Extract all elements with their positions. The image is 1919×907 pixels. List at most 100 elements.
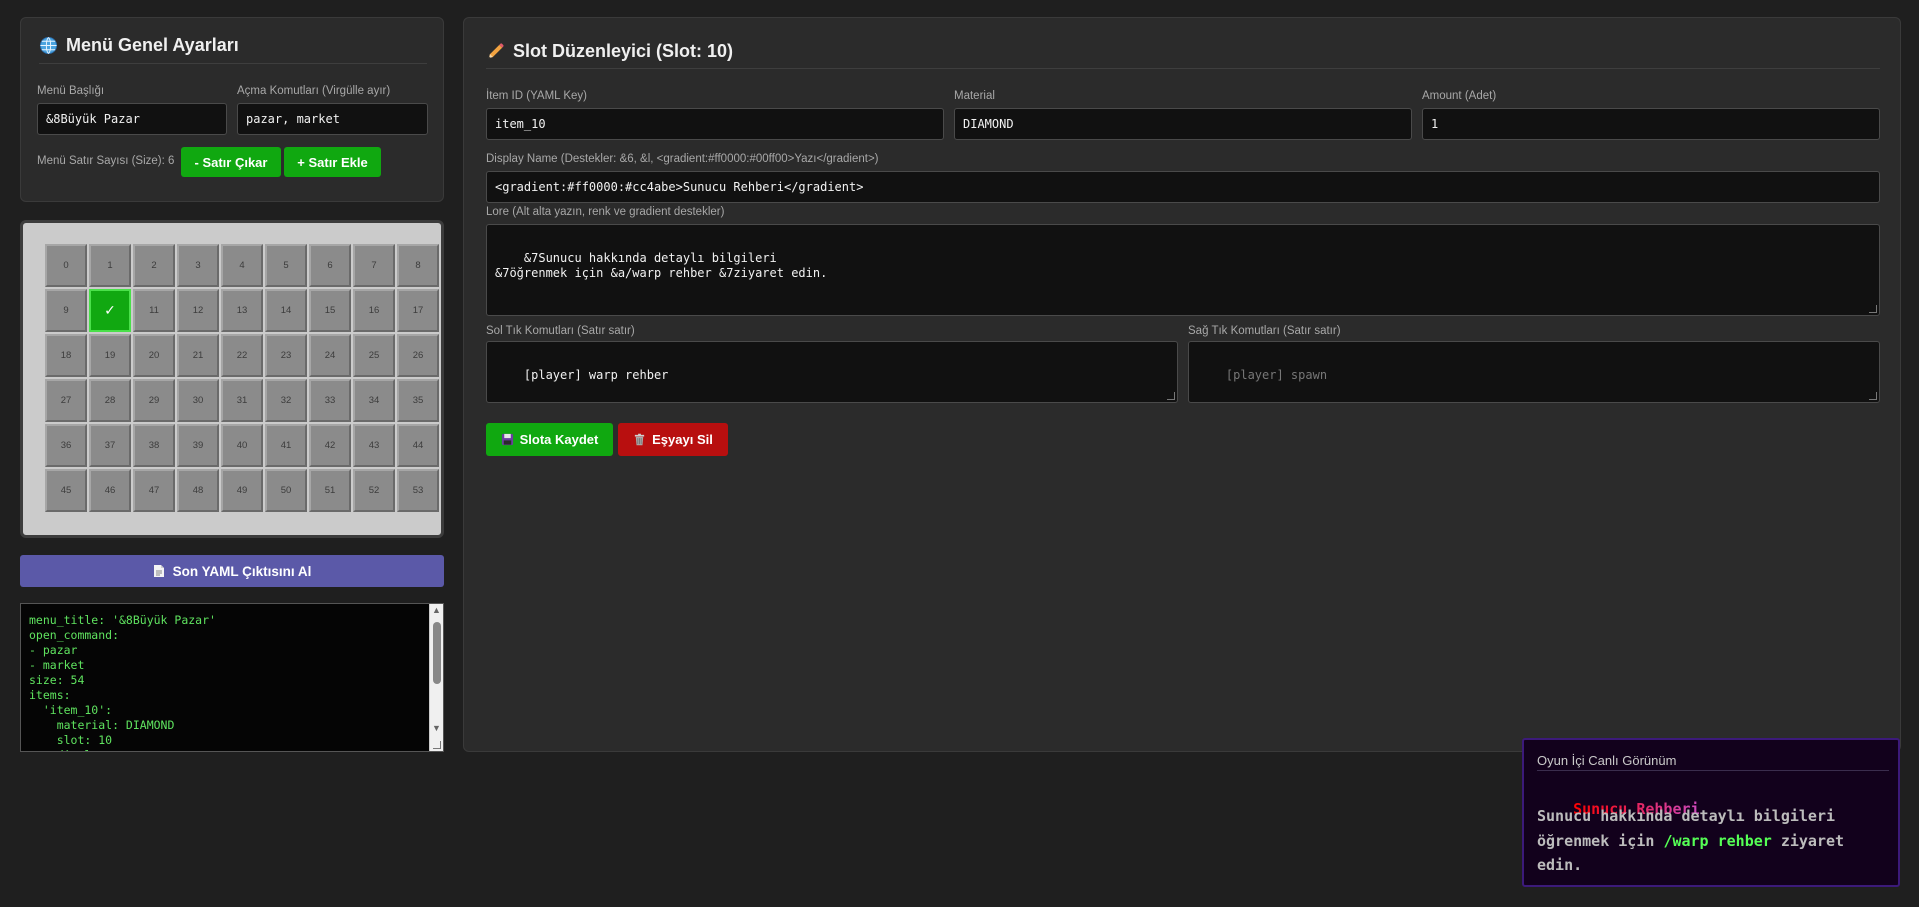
inventory-slot[interactable]: 21 (177, 334, 219, 377)
inventory-slot[interactable]: 27 (45, 379, 87, 422)
inventory-slot[interactable]: 9 (45, 289, 87, 332)
material-label: Material (954, 90, 995, 102)
yaml-output-box[interactable]: menu_title: '&8Büyük Pazar' open_command… (20, 603, 444, 752)
editor-divider (486, 68, 1880, 69)
lore-text: &7Sunucu hakkında detaylı bilgileri &7öğ… (495, 250, 828, 281)
inventory-slot[interactable]: 37 (89, 424, 131, 467)
inventory-slot[interactable]: 40 (221, 424, 263, 467)
editor-title-row: Slot Düzenleyici (Slot: 10) (486, 41, 733, 62)
inventory-slot[interactable]: 26 (397, 334, 439, 377)
pencil-icon (486, 42, 505, 61)
inventory-slot[interactable]: 13 (221, 289, 263, 332)
amount-label: Amount (Adet) (1422, 90, 1497, 102)
inventory-slot[interactable]: 29 (133, 379, 175, 422)
commands-input[interactable]: pazar, market (237, 103, 428, 135)
inventory-slot[interactable]: 28 (89, 379, 131, 422)
inventory-slot[interactable]: 48 (177, 469, 219, 512)
menu-title-input[interactable]: &8Büyük Pazar (37, 103, 227, 135)
inventory-slot[interactable]: 8 (397, 244, 439, 287)
inventory-slot[interactable]: 33 (309, 379, 351, 422)
left-click-textarea[interactable]: [player] warp rehber (486, 341, 1178, 403)
inventory-slot[interactable]: 34 (353, 379, 395, 422)
save-slot-button[interactable]: Slota Kaydet (486, 423, 613, 456)
inventory-slot[interactable]: 19 (89, 334, 131, 377)
scrollbar-thumb[interactable] (433, 622, 441, 684)
inventory-slot[interactable]: 14 (265, 289, 307, 332)
yaml-output-text: menu_title: '&8Büyük Pazar' open_command… (29, 613, 216, 751)
settings-title-row: Menü Genel Ayarları (39, 35, 239, 56)
remove-row-button[interactable]: - Satır Çıkar (181, 147, 281, 177)
lore-label: Lore (Alt alta yazın, renk ve gradient d… (486, 206, 725, 218)
scroll-down-icon[interactable]: ▼ (432, 723, 441, 733)
inventory-slot[interactable]: 41 (265, 424, 307, 467)
inventory-slot[interactable]: 0 (45, 244, 87, 287)
lore-textarea[interactable]: &7Sunucu hakkında detaylı bilgileri &7öğ… (486, 224, 1880, 316)
inventory-slot[interactable]: 12 (177, 289, 219, 332)
preview-lore-text: öğrenmek için (1537, 832, 1664, 850)
floppy-disk-icon (501, 433, 514, 446)
settings-title: Menü Genel Ayarları (66, 35, 239, 55)
inventory-slot[interactable]: 51 (309, 469, 351, 512)
inventory-slot[interactable]: 2 (133, 244, 175, 287)
right-click-placeholder: [player] spawn (1225, 367, 1328, 382)
amount-input[interactable]: 1 (1422, 108, 1880, 140)
inventory-slot[interactable]: 50 (265, 469, 307, 512)
inventory-slot[interactable]: 24 (309, 334, 351, 377)
inventory-slot[interactable]: 45 (45, 469, 87, 512)
right-click-label: Sağ Tık Komutları (Satır satır) (1188, 325, 1341, 337)
yaml-scrollbar[interactable]: ▲ ▼ (429, 604, 443, 751)
preview-lore-text: ziyaret (1771, 832, 1845, 850)
inventory-slot[interactable]: 22 (221, 334, 263, 377)
inventory-slot[interactable]: 38 (133, 424, 175, 467)
live-preview-tooltip: Oyun İçi Canlı Görünüm Sunucu Rehberi Su… (1522, 738, 1900, 887)
inventory-slot[interactable]: 30 (177, 379, 219, 422)
yaml-export-button[interactable]: Son YAML Çıktısını Al (20, 555, 444, 587)
right-click-textarea[interactable]: [player] spawn (1188, 341, 1880, 403)
inventory-slot[interactable]: 32 (265, 379, 307, 422)
inventory-slot[interactable]: 7 (353, 244, 395, 287)
document-icon (153, 564, 165, 578)
inventory-slot[interactable]: 47 (133, 469, 175, 512)
display-name-input[interactable]: <gradient:#ff0000:#cc4abe>Sunucu Rehberi… (486, 171, 1880, 203)
item-id-input[interactable]: item_10 (486, 108, 944, 140)
inventory-slot[interactable]: 43 (353, 424, 395, 467)
inventory-slot[interactable]: 36 (45, 424, 87, 467)
inventory-slot[interactable]: 11 (133, 289, 175, 332)
inventory-slot[interactable]: 39 (177, 424, 219, 467)
inventory-slot[interactable]: 15 (309, 289, 351, 332)
scroll-up-icon[interactable]: ▲ (432, 605, 441, 615)
resize-handle[interactable] (1869, 392, 1877, 400)
inventory-slot[interactable]: 18 (45, 334, 87, 377)
inventory-slot[interactable]: 44 (397, 424, 439, 467)
add-row-button[interactable]: + Satır Ekle (284, 147, 381, 177)
inventory-slot[interactable]: 3 (177, 244, 219, 287)
inventory-slot[interactable]: 1 (89, 244, 131, 287)
inventory-slot[interactable]: 16 (353, 289, 395, 332)
inventory-slot[interactable]: 17 (397, 289, 439, 332)
preview-title: Oyun İçi Canlı Görünüm (1537, 753, 1677, 768)
inventory-slot[interactable]: 53 (397, 469, 439, 512)
menu-title-label: Menü Başlığı (37, 85, 105, 97)
inventory-slot[interactable]: 42 (309, 424, 351, 467)
inventory-slot[interactable]: 23 (265, 334, 307, 377)
inventory-slot[interactable]: 35 (397, 379, 439, 422)
inventory-slot[interactable]: 6 (309, 244, 351, 287)
resize-handle[interactable] (1869, 305, 1877, 313)
inventory-slot[interactable]: 20 (133, 334, 175, 377)
left-click-label: Sol Tık Komutları (Satır satır) (486, 325, 635, 337)
delete-item-button[interactable]: Eşyayı Sil (618, 423, 728, 456)
delete-item-label: Eşyayı Sil (652, 432, 713, 447)
inventory-slot[interactable]: 5 (265, 244, 307, 287)
material-input[interactable]: DIAMOND (954, 108, 1412, 140)
inventory-grid-panel: 0 1 2 3 4 5 6 7 8 9 ✓ 11 12 13 14 15 16 17 18 19 20 21 22 23 24 2… (20, 220, 444, 538)
inventory-slot[interactable]: 31 (221, 379, 263, 422)
inventory-slot[interactable]: 49 (221, 469, 263, 512)
inventory-slot[interactable]: 25 (353, 334, 395, 377)
resize-handle[interactable] (433, 741, 441, 749)
resize-handle[interactable] (1167, 392, 1175, 400)
item-id-label: İtem ID (YAML Key) (486, 90, 587, 102)
inventory-slot[interactable]: 46 (89, 469, 131, 512)
inventory-slot[interactable]: 52 (353, 469, 395, 512)
inventory-slot[interactable]: 4 (221, 244, 263, 287)
inventory-slot-selected[interactable]: ✓ (89, 289, 131, 332)
